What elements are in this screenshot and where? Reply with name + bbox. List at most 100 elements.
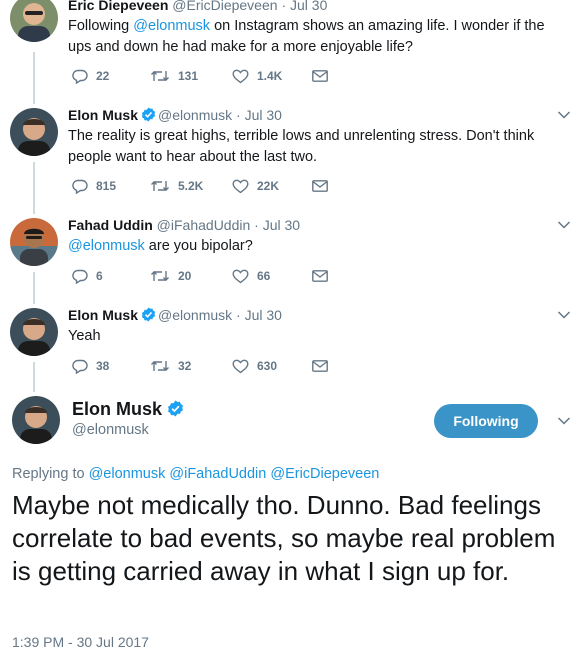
author-name[interactable]: Elon Musk [68, 107, 138, 123]
reply-icon [72, 69, 88, 84]
reply-button[interactable]: 38 [72, 356, 109, 376]
avatar[interactable] [12, 396, 60, 444]
following-button[interactable]: Following [434, 404, 538, 438]
tweet-actions: 815 5.2K 22K [68, 176, 328, 196]
replying-to: Replying to @elonmusk @iFahadUddin @Eric… [12, 465, 379, 483]
author-name-text[interactable]: Elon Musk [72, 399, 162, 419]
chevron-down-icon[interactable] [557, 310, 571, 320]
tweet-header: Eric Diepeveen @EricDiepeveen · Jul 30 [68, 0, 327, 14]
reply-button[interactable]: 22 [72, 66, 109, 86]
tweet-text: Following @elonmusk on Instagram shows a… [68, 16, 568, 58]
author-handle[interactable]: @elonmusk [158, 307, 232, 323]
envelope-icon [312, 270, 328, 282]
retweet-button[interactable]: 20 [150, 266, 191, 286]
avatar[interactable] [10, 0, 58, 42]
main-tweet-text: Maybe not medically tho. Dunno. Bad feel… [12, 490, 556, 586]
tweet-timestamp[interactable]: 1:39 PM - 30 Jul 2017 [12, 633, 149, 651]
avatar[interactable] [10, 108, 58, 156]
reply-count: 22 [96, 69, 110, 83]
tweet-text: Yeah [68, 328, 101, 344]
retweet-button[interactable]: 32 [150, 356, 191, 376]
mention-link[interactable]: @elonmusk [133, 18, 210, 34]
tweet-header: Fahad Uddin @iFahadUddin · Jul 30 [68, 216, 300, 234]
retweet-count: 131 [178, 69, 199, 83]
envelope-icon [312, 70, 328, 82]
author-handle[interactable]: @elonmusk [72, 421, 149, 439]
replying-prefix: Replying to [12, 466, 89, 482]
mention-link[interactable]: @elonmusk [68, 238, 145, 254]
verified-badge-icon [141, 107, 156, 122]
reply-button[interactable]: 6 [72, 266, 103, 286]
reply-button[interactable]: 815 [72, 176, 116, 196]
tweet-date[interactable]: Jul 30 [245, 307, 282, 323]
retweet-icon [151, 361, 169, 371]
avatar[interactable] [10, 308, 58, 356]
author-name[interactable]: Fahad Uddin [68, 217, 153, 233]
replying-mentions[interactable]: @elonmusk @iFahadUddin @EricDiepeveen [89, 466, 380, 482]
tweet-date[interactable]: Jul 30 [245, 107, 282, 123]
direct-message-button[interactable] [312, 266, 336, 286]
tweet-header: Elon Musk @elonmusk · Jul 30 [68, 106, 282, 124]
like-count: 1.4K [257, 69, 283, 83]
envelope-icon [312, 180, 328, 192]
tweet-header: Elon Musk @elonmusk · Jul 30 [68, 306, 282, 324]
direct-message-button[interactable] [312, 66, 336, 86]
thread-line [33, 272, 35, 304]
tweet-actions: 38 32 630 [68, 356, 328, 376]
direct-message-button[interactable] [312, 356, 336, 376]
like-count: 66 [257, 269, 271, 283]
chevron-down-icon[interactable] [557, 416, 571, 426]
reply-icon [72, 269, 88, 284]
separator: · [236, 107, 241, 123]
reply-count: 6 [96, 269, 103, 283]
retweet-button[interactable]: 131 [150, 66, 198, 86]
retweet-count: 20 [178, 269, 192, 283]
separator: · [254, 217, 259, 233]
tweet-actions: 22 131 1.4K [68, 66, 328, 86]
direct-message-button[interactable] [312, 176, 336, 196]
reply-icon [72, 179, 88, 194]
retweet-icon [151, 271, 169, 281]
heart-icon [232, 179, 249, 193]
author-name[interactable]: Eric Diepeveen [68, 0, 168, 13]
chevron-down-icon[interactable] [557, 110, 571, 120]
tweet-text: The reality is great highs, terrible low… [68, 128, 535, 165]
like-count: 630 [257, 359, 278, 373]
text-segment: Following [68, 18, 134, 34]
thread-line [33, 162, 35, 214]
like-button[interactable]: 22K [232, 176, 279, 196]
tweet-date[interactable]: Jul 30 [290, 0, 327, 13]
heart-icon [232, 269, 249, 283]
retweet-button[interactable]: 5.2K [150, 176, 203, 196]
author-name[interactable]: Elon Musk [72, 398, 186, 420]
envelope-icon [312, 360, 328, 372]
chevron-down-icon[interactable] [557, 220, 571, 230]
verified-badge-icon [141, 307, 156, 322]
thread-line [33, 362, 35, 392]
author-handle[interactable]: @elonmusk [158, 107, 232, 123]
like-button[interactable]: 630 [232, 356, 277, 376]
reply-count: 815 [96, 179, 117, 193]
author-handle[interactable]: @EricDiepeveen [172, 0, 277, 13]
avatar[interactable] [10, 218, 58, 266]
heart-icon [232, 359, 249, 373]
heart-icon [232, 69, 249, 83]
separator: · [236, 307, 241, 323]
retweet-count: 32 [178, 359, 192, 373]
retweet-count: 5.2K [178, 179, 204, 193]
tweet-actions: 6 20 66 [68, 266, 328, 286]
author-name[interactable]: Elon Musk [68, 307, 138, 323]
like-count: 22K [257, 179, 280, 193]
like-button[interactable]: 66 [232, 266, 270, 286]
tweet-text: @elonmusk are you bipolar? [68, 236, 568, 257]
reply-count: 38 [96, 359, 110, 373]
retweet-icon [151, 71, 169, 81]
reply-icon [72, 359, 88, 374]
author-handle[interactable]: @iFahadUddin [157, 217, 251, 233]
text-segment: are you bipolar? [144, 238, 253, 254]
like-button[interactable]: 1.4K [232, 66, 282, 86]
thread-line [33, 52, 35, 104]
retweet-icon [151, 181, 169, 191]
verified-badge-icon [168, 400, 183, 417]
tweet-date[interactable]: Jul 30 [263, 217, 300, 233]
